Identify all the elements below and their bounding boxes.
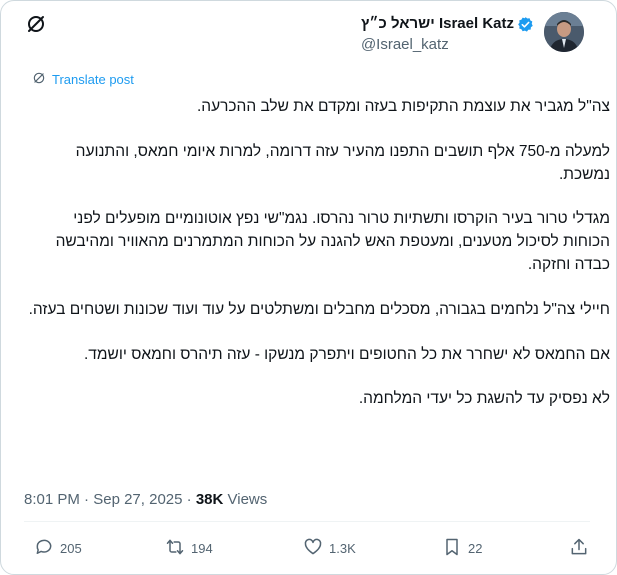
post-meta: 8:01 PM · Sep 27, 2025 · 38K Views (24, 491, 267, 508)
post-paragraph: צה"ל מגביר את עוצמת התקיפות בעזה ומקדם א… (196, 98, 610, 115)
like-count: 1.3K (329, 541, 356, 556)
repost-button[interactable]: 194 (165, 537, 213, 560)
grok-icon[interactable] (24, 12, 48, 36)
like-icon (303, 537, 329, 560)
post-body: צה"ל מגביר את עוצמת התקיפות בעזה ומקדם א… (24, 96, 610, 433)
post-header: ישראל כ״ץ Israel Katz @Israel_katz (24, 12, 584, 56)
views-count[interactable]: 38K (196, 491, 224, 508)
like-button[interactable]: 1.3K (303, 537, 356, 560)
action-bar: 205 194 1.3K 22 (24, 537, 590, 565)
author-display-name[interactable]: ישראל כ״ץ Israel Katz (361, 15, 514, 33)
repost-icon (165, 537, 191, 560)
meta-separator: · (186, 491, 192, 508)
post-time[interactable]: 8:01 PM (24, 491, 80, 508)
author-block[interactable]: ישראל כ״ץ Israel Katz @Israel_katz (361, 12, 584, 56)
post-paragraph: מגדלי טרור בעיר הוקרסו ותשתיות טרור נהרס… (55, 210, 610, 273)
share-button[interactable] (569, 537, 595, 560)
share-icon (569, 537, 595, 560)
bookmark-icon (442, 537, 468, 560)
reply-icon (34, 537, 60, 560)
translate-icon (32, 71, 52, 88)
divider (24, 521, 590, 522)
avatar[interactable] (544, 12, 584, 52)
repost-count: 194 (191, 541, 213, 556)
bookmark-count: 22 (468, 541, 483, 556)
post-paragraph: למעלה מ-750 אלף תושבים התפנו מהעיר עזה ד… (75, 142, 610, 183)
bookmark-button[interactable]: 22 (442, 537, 482, 560)
post-paragraph: לא נפסיק עד להשגת כל יעדי המלחמה. (358, 390, 610, 408)
post-paragraph: חיילי צה"ל נלחמים בגבורה, מסכלים מחבלים … (28, 300, 610, 318)
verified-badge-icon (517, 16, 534, 33)
translate-post-link[interactable]: Translate post (32, 71, 134, 88)
post-date[interactable]: Sep 27, 2025 (93, 491, 182, 508)
author-handle[interactable]: @Israel_katz (361, 35, 534, 55)
reply-count: 205 (60, 541, 82, 556)
translate-label[interactable]: Translate post (52, 72, 134, 87)
reply-button[interactable]: 205 (34, 537, 82, 560)
meta-separator: · (84, 491, 90, 508)
views-label: Views (227, 491, 268, 508)
post-paragraph: אם החמאס לא ישחרר את כל החטופים ויתפרק מ… (84, 345, 610, 363)
